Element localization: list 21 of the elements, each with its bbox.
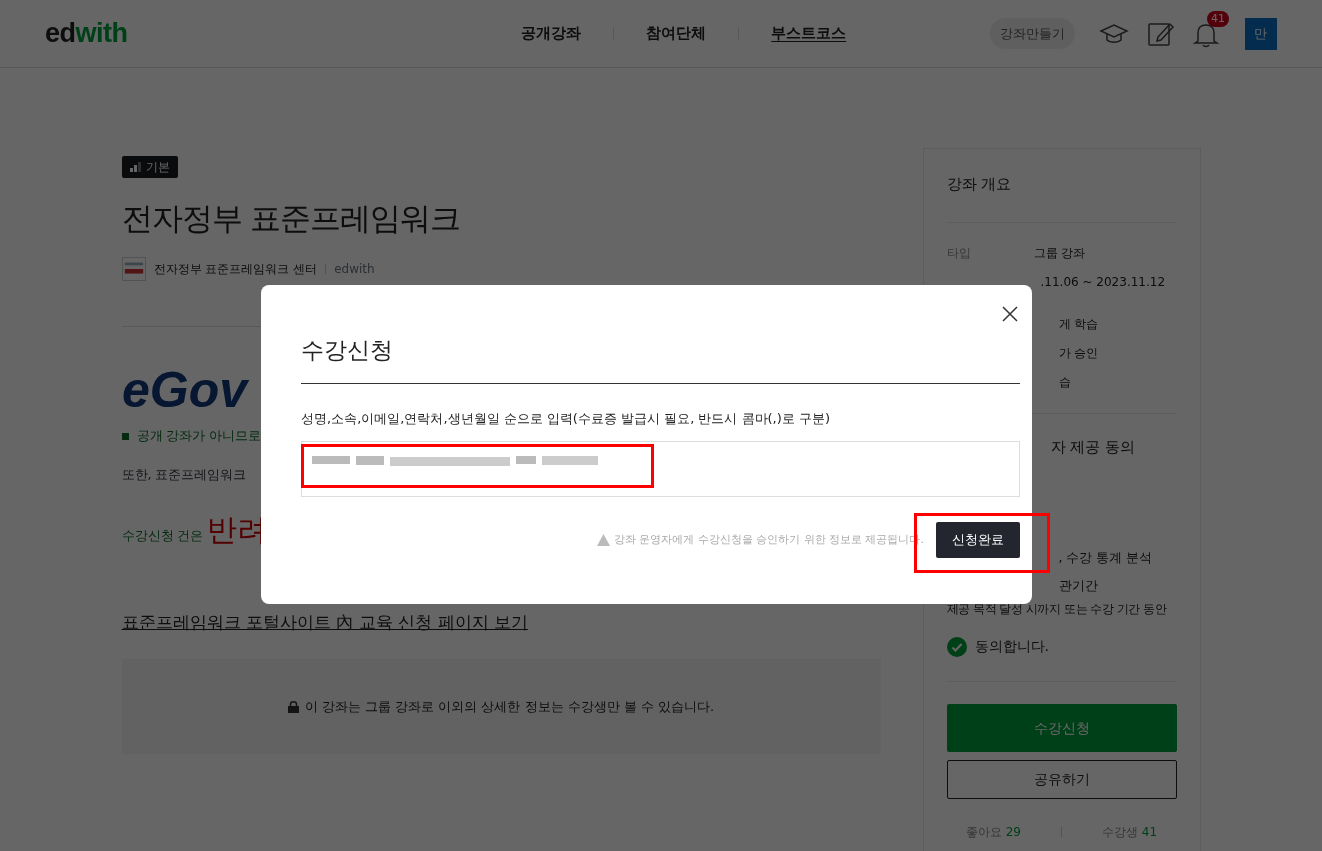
modal-title: 수강신청 <box>301 337 1020 384</box>
egov-logo: eGov <box>121 363 262 414</box>
info-value: 그룹 강좌 <box>1033 245 1086 262</box>
consent-text: , 수강 통계 분석 <box>1057 548 1153 567</box>
locked-notice: 이 강좌는 그룹 강좌로 이외의 상세한 정보는 수강생만 볼 수 있습니다. <box>304 697 715 716</box>
consent-title: 자 제공 동의 <box>1049 436 1137 458</box>
notice-text: 또한, 표준프레임워크 <box>121 466 247 482</box>
info-value: 습 <box>1057 374 1071 391</box>
info-value: .11.06 ~ 2023.11.12 <box>1039 274 1166 291</box>
field-label: 성명,소속,이메일,연락처,생년월일 순으로 입력(수료증 발급시 필요, 반드시 콤마(,)로 구분) <box>301 409 831 428</box>
course-title: 전자정부 표준프레임워크 <box>121 200 462 238</box>
agree-label: 동의합니다. <box>974 637 1049 656</box>
notice-text: 수강신청 건은 <box>121 526 204 545</box>
sidebar-title: 강좌 개요 <box>946 174 1013 195</box>
info-value: 게 학습 <box>1057 316 1099 333</box>
level-badge: 기본 <box>121 156 178 178</box>
notice-text: 공개 강좌가 아니므로 <box>136 427 262 446</box>
consent-text: 관기간 <box>1057 576 1098 595</box>
info-value: 가 승인 <box>1057 345 1099 362</box>
consent-text: 제공 목적 달성 시까지 또는 수강 기간 동안 <box>946 601 1167 619</box>
notification-count: 41 <box>1207 10 1229 27</box>
